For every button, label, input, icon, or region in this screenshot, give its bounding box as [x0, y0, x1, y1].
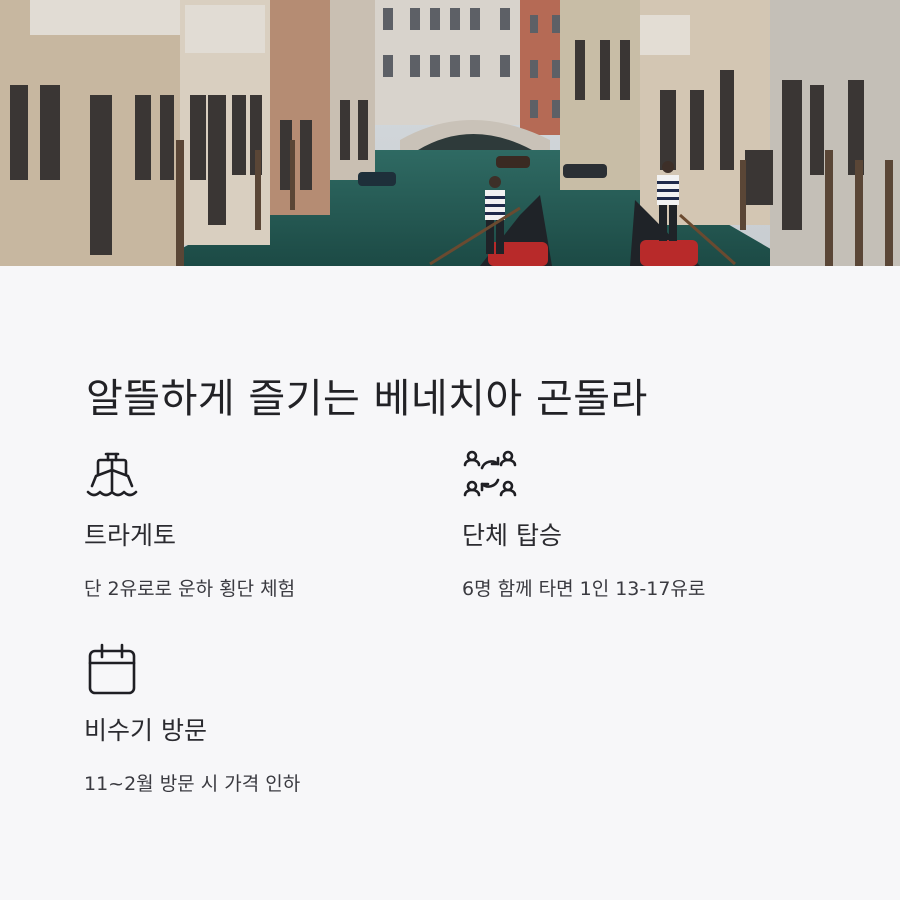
feature-off-season: 비수기 방문 11~2월 방문 시 가격 인하: [84, 641, 464, 796]
feature-title: 트라게토: [84, 521, 177, 550]
hero-photo: [0, 0, 900, 266]
calendar-icon: [88, 643, 136, 695]
feature-group-boarding: 단체 탑승 6명 함께 타면 1인 13-17유로: [462, 446, 842, 601]
venice-canal-illustration: [0, 0, 900, 266]
feature-title: 비수기 방문: [84, 716, 207, 745]
page-title: 알뜰하게 즐기는 베네치아 곤돌라: [86, 376, 648, 422]
feature-description: 6명 함께 타면 1인 13-17유로: [462, 578, 706, 600]
group-cycle-icon: [463, 450, 517, 497]
feature-title: 단체 탑승: [462, 521, 562, 550]
feature-description: 11~2월 방문 시 가격 인하: [84, 773, 301, 795]
ship-icon: [86, 452, 138, 497]
feature-description: 단 2유로로 운하 횡단 체험: [84, 578, 296, 600]
feature-traghetto: 트라게토 단 2유로로 운하 횡단 체험: [84, 446, 464, 601]
